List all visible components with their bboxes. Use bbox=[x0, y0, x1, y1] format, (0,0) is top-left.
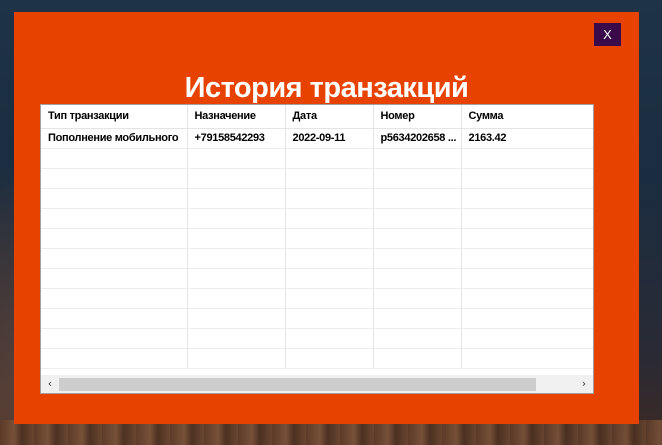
empty-cell bbox=[41, 228, 188, 249]
empty-cell bbox=[373, 228, 462, 249]
empty-cell bbox=[187, 148, 286, 169]
empty-cell bbox=[187, 248, 286, 269]
empty-table-row bbox=[41, 208, 593, 229]
empty-cell bbox=[285, 328, 374, 349]
empty-table-row bbox=[41, 348, 593, 369]
empty-cell bbox=[41, 188, 188, 209]
transactions-table: Тип транзакции Назначение Дата Номер Сум… bbox=[41, 105, 593, 369]
empty-cell bbox=[285, 308, 374, 329]
empty-cell bbox=[285, 168, 374, 189]
empty-cell bbox=[461, 308, 593, 329]
empty-cell bbox=[187, 268, 286, 289]
empty-cell bbox=[461, 348, 593, 369]
empty-cell bbox=[461, 168, 593, 189]
table-header-row: Тип транзакции Назначение Дата Номер Сум… bbox=[41, 105, 593, 129]
scroll-left-icon[interactable]: ‹ bbox=[41, 375, 59, 393]
cell-number: p5634202658 ... bbox=[373, 128, 462, 149]
empty-cell bbox=[187, 188, 286, 209]
column-header-number[interactable]: Номер bbox=[373, 105, 462, 129]
empty-cell bbox=[373, 208, 462, 229]
empty-cell bbox=[187, 228, 286, 249]
empty-cell bbox=[285, 288, 374, 309]
column-header-destination[interactable]: Назначение bbox=[187, 105, 286, 129]
empty-cell bbox=[41, 268, 188, 289]
empty-cell bbox=[187, 328, 286, 349]
column-header-type[interactable]: Тип транзакции bbox=[41, 105, 188, 129]
cell-date: 2022-09-11 bbox=[285, 128, 374, 149]
empty-cell bbox=[187, 168, 286, 189]
empty-table-row bbox=[41, 308, 593, 329]
empty-cell bbox=[373, 348, 462, 369]
close-button[interactable]: X bbox=[594, 23, 621, 46]
empty-cell bbox=[187, 308, 286, 329]
empty-cell bbox=[461, 288, 593, 309]
empty-table-row bbox=[41, 248, 593, 269]
empty-cell bbox=[373, 188, 462, 209]
cell-destination: +79158542293 bbox=[187, 128, 286, 149]
empty-cell bbox=[461, 148, 593, 169]
empty-cell bbox=[41, 328, 188, 349]
empty-cell bbox=[373, 168, 462, 189]
empty-cell bbox=[41, 308, 188, 329]
empty-table-row bbox=[41, 328, 593, 349]
cell-type: Пополнение мобильного bbox=[41, 128, 188, 149]
empty-cell bbox=[285, 208, 374, 229]
transactions-grid: Тип транзакции Назначение Дата Номер Сум… bbox=[40, 104, 594, 394]
empty-cell bbox=[373, 248, 462, 269]
empty-cell bbox=[285, 348, 374, 369]
transaction-history-dialog: X История транзакций Тип транзакции Назн… bbox=[14, 12, 639, 424]
horizontal-scrollbar[interactable]: ‹ › bbox=[41, 375, 593, 393]
empty-cell bbox=[41, 348, 188, 369]
scroll-right-icon[interactable]: › bbox=[575, 375, 593, 393]
empty-cell bbox=[41, 208, 188, 229]
empty-cell bbox=[373, 288, 462, 309]
column-header-amount[interactable]: Сумма bbox=[461, 105, 593, 129]
empty-table-row bbox=[41, 168, 593, 189]
empty-cell bbox=[373, 328, 462, 349]
dialog-title: История транзакций bbox=[184, 72, 469, 104]
empty-cell bbox=[187, 208, 286, 229]
table-row[interactable]: Пополнение мобильного +79158542293 2022-… bbox=[41, 128, 593, 149]
empty-cell bbox=[373, 268, 462, 289]
empty-cell bbox=[373, 308, 462, 329]
empty-cell bbox=[285, 148, 374, 169]
empty-cell bbox=[187, 288, 286, 309]
empty-cell bbox=[285, 248, 374, 269]
empty-table-row bbox=[41, 268, 593, 289]
empty-cell bbox=[461, 248, 593, 269]
column-header-date[interactable]: Дата bbox=[285, 105, 374, 129]
empty-table-row bbox=[41, 228, 593, 249]
empty-cell bbox=[373, 148, 462, 169]
empty-cell bbox=[41, 148, 188, 169]
empty-cell bbox=[285, 228, 374, 249]
empty-cell bbox=[461, 268, 593, 289]
empty-cell bbox=[461, 228, 593, 249]
empty-cell bbox=[285, 188, 374, 209]
empty-cell bbox=[461, 328, 593, 349]
empty-cell bbox=[41, 248, 188, 269]
empty-cell bbox=[41, 288, 188, 309]
empty-table-row bbox=[41, 148, 593, 169]
empty-table-row bbox=[41, 288, 593, 309]
empty-cell bbox=[187, 348, 286, 369]
cell-amount: 2163.42 bbox=[461, 128, 593, 149]
empty-cell bbox=[41, 168, 188, 189]
empty-cell bbox=[461, 208, 593, 229]
empty-table-row bbox=[41, 188, 593, 209]
empty-cell bbox=[285, 268, 374, 289]
empty-cell bbox=[461, 188, 593, 209]
scrollbar-thumb[interactable] bbox=[59, 378, 536, 391]
